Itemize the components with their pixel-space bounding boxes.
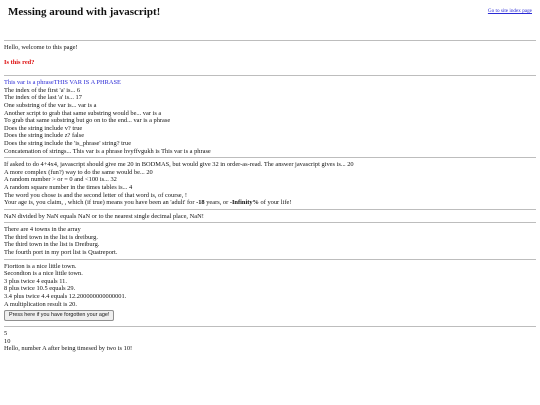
nan-line: NaN divided by NaN equals NaN or to the … xyxy=(4,212,204,220)
math-line: A more complex (fun?) way to do the same… xyxy=(4,168,153,176)
divider xyxy=(4,258,536,260)
function-line: 3.4 plus twice 4.4 equals 12.20000000000… xyxy=(4,293,127,301)
town-line: The third town in the list is dreiburg. xyxy=(4,233,98,241)
string-line: The index of the first 'a' is... 6 xyxy=(4,86,81,94)
result-line: 10 xyxy=(4,337,11,345)
divider xyxy=(4,157,536,159)
intro-section: Hello, welcome to this page! Is this red… xyxy=(4,44,536,73)
function-line: A multiplication result is 20. xyxy=(4,300,77,308)
header: Messing around with javascript! Go to si… xyxy=(4,0,536,38)
math-line: If asked to do 4+4x4, javascript should … xyxy=(4,161,354,169)
math-line: A random number > or = 0 and <100 is... … xyxy=(4,176,117,184)
strings-section: This var is a phraseTHIS VAR IS A PHRASE… xyxy=(4,79,536,155)
divider xyxy=(4,208,536,210)
string-line: Does the string include v? true xyxy=(4,124,83,132)
string-line: Concatenation of strings... This var is … xyxy=(4,147,211,155)
age-text-pre: Your age is, you claim, , which (if true… xyxy=(4,199,197,207)
string-line: To grab that same substring but go on to… xyxy=(4,117,171,125)
function-line: Secondton is a nice little town. xyxy=(4,270,83,278)
function-line: Fiortton is a nice little town. xyxy=(4,262,77,270)
string-line: The index of the last 'a' is... 17 xyxy=(4,94,82,102)
result-line: Hello, number A after being timesed by t… xyxy=(4,345,133,353)
string-line: Does the string include z? false xyxy=(4,132,85,140)
adult-percent-value: -Infinity% xyxy=(229,199,259,207)
divider xyxy=(4,222,536,224)
divider xyxy=(4,75,536,77)
welcome-text: Hello, welcome to this page! xyxy=(4,44,78,51)
math-line: The word you chose is and the second let… xyxy=(4,191,187,199)
function-line: 3 plus twice 4 equals 11. xyxy=(4,277,67,285)
adult-years-value: -18 xyxy=(196,199,205,207)
page: Messing around with javascript! Go to si… xyxy=(0,0,540,353)
math-line: A random square number in the times tabl… xyxy=(4,183,133,191)
divider xyxy=(4,326,536,328)
nan-section: NaN divided by NaN equals NaN or to the … xyxy=(4,213,536,221)
age-text-post: of your life! xyxy=(258,199,292,207)
age-line: Your age is, you claim, , which (if true… xyxy=(4,199,536,207)
port-line: The fourth port in my port list is Quatr… xyxy=(4,249,118,257)
red-text: Is this red? xyxy=(4,58,35,66)
town-line: The third town in the list is Dreiburg. xyxy=(4,241,100,249)
arrays-section: There are 4 towns in the array The third… xyxy=(4,226,536,256)
results-section: 5 10 Hello, number A after being timesed… xyxy=(4,330,536,353)
divider xyxy=(4,40,536,41)
string-line: Another script to grab that same substri… xyxy=(4,109,162,117)
result-line: 5 xyxy=(4,330,8,338)
phrase-line: This var is a phraseTHIS VAR IS A PHRASE xyxy=(4,79,121,87)
page-title: Messing around with javascript! xyxy=(8,6,161,18)
forgotten-age-button[interactable]: Press here if you have forgotten your ag… xyxy=(4,310,115,322)
functions-section: Fiortton is a nice little town. Secondto… xyxy=(4,263,536,325)
function-line: 8 plus twice 10.5 equals 29. xyxy=(4,285,76,293)
string-line: Does the string include the 'is_phrase' … xyxy=(4,139,132,147)
string-line: One substring of the var is... var is a xyxy=(4,101,97,109)
site-index-link[interactable]: Go to site index page xyxy=(488,8,532,16)
math-section: If asked to do 4+4x4, javascript should … xyxy=(4,161,536,207)
age-text-mid: years, or xyxy=(204,199,230,207)
town-line: There are 4 towns in the array xyxy=(4,226,81,234)
